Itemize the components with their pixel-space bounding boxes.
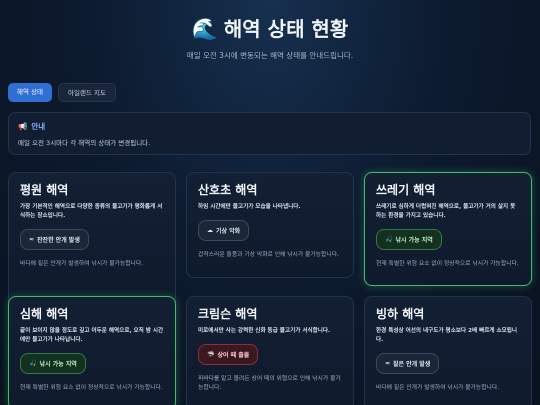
page-header: 🌊 해역 상태 현황 매일 오전 3시에 변동되는 해역 상태를 안내드립니다. [0,16,540,61]
card-description: 미로에서만 사는 강력한 신화 등급 물고기가 서식합니다. [198,328,331,334]
status-badge-label: 잔잔한 안개 발생 [37,237,80,244]
status-badge[interactable]: ≈ 잔잔한 안개 발생 [20,229,89,250]
card-description: 쓰레기로 심하게 더럽혀진 해역으로, 물고기가 거의 살지 못하는 환경을 가… [376,204,516,219]
fog-icon: ≈ [385,360,391,367]
card-note: 현재 특별한 위험 요소 없이 정상적으로 낚시가 가능합니다. [20,385,163,391]
cloud-icon: ☁ [207,227,213,234]
wave-icon: 🌊 [191,17,218,41]
tab-sea-status[interactable]: 해역 상태 [8,83,52,102]
fog-icon: ≈ [29,236,35,243]
page-subtitle: 매일 오전 3시에 변동되는 해역 상태를 안내드립니다. [186,51,354,60]
fishing-icon: 🎣 [385,236,393,243]
notice-heading: 📢 안내 [18,121,521,132]
status-badge-label: 상어 떼 출몰 [217,352,250,359]
sea-area-card: 산호초 해역하임 시간에만 물고기가 모습을 나타냅니다. ☁ 기상 악화갑작스러운… [186,172,354,278]
card-description: 하임 시간에만 물고기가 모습을 나타냅니다. [198,204,301,210]
card-note: 갑작스러운 돌풍과 기상 악화로 인해 낚시가 불가능합니다. [198,252,339,258]
status-badge-label: 짙은 안개 발생 [393,361,431,368]
card-note: 현재 특별한 위험 요소 없이 정상적으로 낚시가 가능합니다. [376,261,519,267]
card-title: 심해 해역 [20,307,69,321]
megaphone-icon: 📢 [18,122,28,131]
card-note: 바다에 짙은 안개가 발생하여 낚시가 불가능합니다. [20,261,144,267]
card-title: 쓰레기 해역 [376,183,436,197]
card-title: 빙하 해역 [376,307,425,321]
sea-area-card: 평원 해역가장 기본적인 해역으로 다양한 종류의 물고기가 평화롭게 서식하는… [8,172,176,310]
fishing-icon: 🎣 [29,360,37,367]
card-note: 피바다를 맡고 몰려든 상어 떼의 위협으로 인해 낚시가 불가능합니다. [198,376,341,391]
sea-area-card: 빙하 해역한경 특성상 어선의 내구도가 평소보다 2배 빠르게 소모됩니다. ≈… [364,296,532,405]
status-badge-label: 낚시 가능 지역 [395,237,433,244]
notice-box: 📢 안내 매일 오전 3시마다 각 해역의 상태가 변경됩니다. [8,112,531,155]
card-title: 크림슨 해역 [198,307,258,321]
status-badge-label: 기상 악화 [216,228,241,235]
card-title: 산호초 해역 [198,183,258,197]
sea-area-card: 쓰레기 해역쓰레기로 심하게 더럽혀진 해역으로, 물고기가 거의 살지 못하는… [364,172,532,286]
status-badge[interactable]: 🦈 상어 떼 출몰 [198,344,259,365]
page-title-text: 해역 상태 현황 [223,17,349,41]
card-description: 가장 기본적인 해역으로 다양한 종류의 물고기가 평화롭게 서식하는 장소입니… [20,204,163,219]
tab-island-map[interactable]: 아일랜드 지도 [58,83,116,102]
card-description: 한경 특성상 어선의 내구도가 평소보다 2배 빠르게 소모됩니다. [376,328,518,343]
notice-body: 매일 오전 3시마다 각 해역의 상태가 변경됩니다. [18,139,151,147]
sea-area-card: 심해 해역끝이 보이지 않을 정도로 깊고 어두운 해역으로, 오직 밤 시간에… [8,296,176,405]
notice-heading-text: 안내 [31,122,46,131]
page-title: 🌊 해역 상태 현황 [0,16,540,42]
card-description: 끝이 보이지 않을 정도로 깊고 어두운 해역으로, 오직 밤 시간에만 물고기… [20,328,164,343]
card-note: 바다에 짙은 안개가 발생하여 낚시가 불가능합니다. [376,385,500,391]
status-badge[interactable]: ≈ 짙은 안개 발생 [376,353,440,374]
status-badge[interactable]: 🎣 낚시 가능 지역 [376,229,442,250]
status-badge[interactable]: 🎣 낚시 가능 지역 [20,353,86,374]
sea-area-card: 크림슨 해역미로에서만 사는 강력한 신화 등급 물고기가 서식합니다. 🦈 상어 … [186,296,354,405]
card-title: 평원 해역 [20,183,69,197]
shark-icon: 🦈 [207,351,215,358]
status-badge-label: 낚시 가능 지역 [39,361,77,368]
tab-bar: 해역 상태 아일랜드 지도 [8,83,116,102]
status-badge[interactable]: ☁ 기상 악화 [198,220,250,241]
